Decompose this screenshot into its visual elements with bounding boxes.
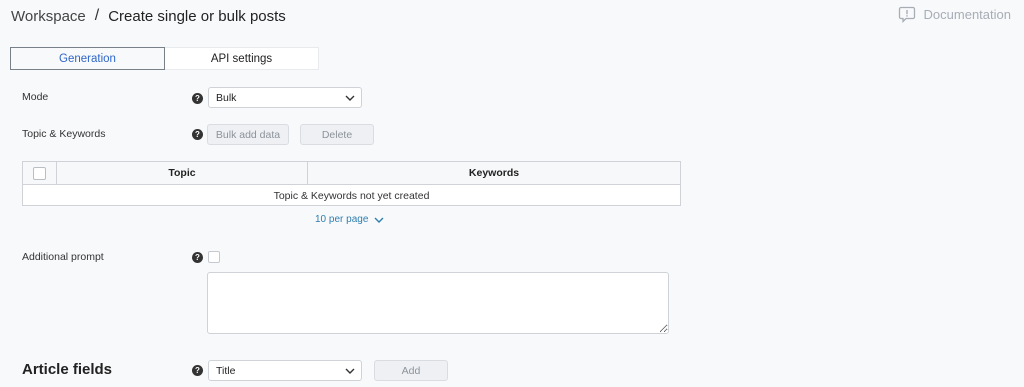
column-header-keywords[interactable]: Keywords	[308, 162, 680, 184]
additional-prompt-help-icon[interactable]: ?	[192, 252, 203, 263]
article-field-select-value: Title	[216, 364, 236, 377]
additional-prompt-textarea[interactable]	[207, 272, 669, 334]
table-empty-message: Topic & Keywords not yet created	[273, 189, 430, 202]
tab-bar: Generation API settings	[10, 47, 319, 70]
add-field-button[interactable]: Add	[374, 360, 448, 381]
delete-button[interactable]: Delete	[300, 124, 374, 145]
additional-prompt-label: Additional prompt	[22, 251, 104, 263]
documentation-link[interactable]: Documentation	[898, 6, 1011, 23]
per-page-select[interactable]: 10 per page	[315, 214, 384, 225]
page-title: Create single or bulk posts	[108, 7, 286, 25]
column-header-topic[interactable]: Topic	[57, 162, 308, 184]
mode-label: Mode	[22, 91, 49, 103]
article-fields-title: Article fields	[22, 361, 113, 378]
topics-help-icon[interactable]: ?	[192, 129, 203, 140]
additional-prompt-checkbox[interactable]	[208, 251, 220, 263]
per-page-label: 10 per page	[315, 214, 369, 225]
select-all-checkbox[interactable]	[33, 166, 46, 180]
breadcrumb-separator: /	[94, 7, 100, 24]
chevron-down-icon	[374, 217, 384, 223]
chevron-down-icon	[345, 368, 355, 374]
breadcrumb-workspace[interactable]: Workspace	[11, 8, 86, 25]
breadcrumb: Workspace / Create single or bulk posts	[11, 7, 286, 25]
tab-generation[interactable]: Generation	[10, 47, 165, 70]
documentation-label: Documentation	[923, 7, 1011, 22]
topics-label: Topic & Keywords	[22, 128, 106, 140]
table-header: Topic Keywords	[23, 162, 680, 185]
chevron-down-icon	[345, 95, 355, 101]
mode-select[interactable]: Bulk	[208, 87, 362, 108]
mode-select-value: Bulk	[216, 91, 237, 104]
bulk-add-data-button[interactable]: Bulk add data	[207, 124, 289, 145]
topics-table: Topic Keywords Topic & Keywords not yet …	[22, 161, 681, 206]
help-chat-icon	[898, 6, 915, 23]
mode-help-icon[interactable]: ?	[192, 93, 203, 104]
select-all-cell	[23, 162, 57, 184]
article-field-select[interactable]: Title	[208, 360, 362, 381]
article-fields-help-icon[interactable]: ?	[192, 365, 203, 376]
tab-api-settings[interactable]: API settings	[165, 47, 319, 70]
